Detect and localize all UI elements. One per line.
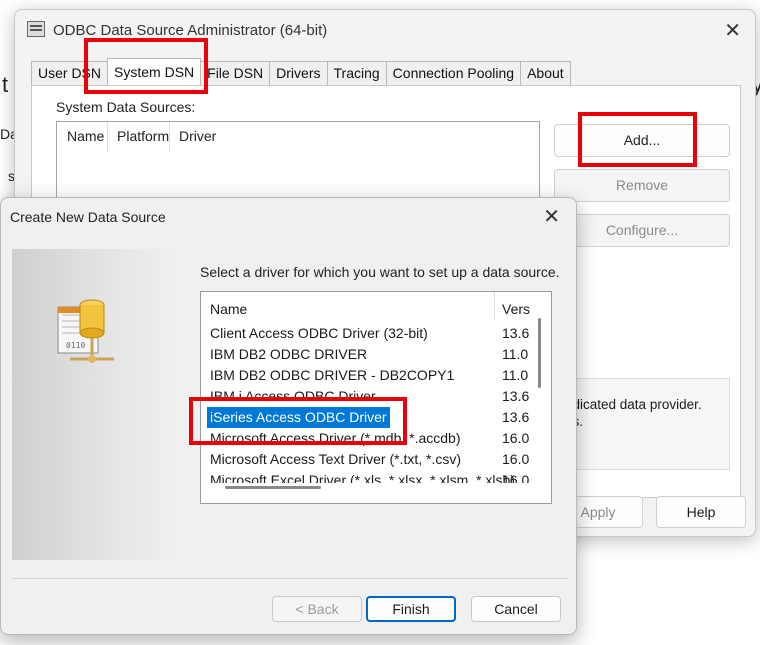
cancel-button[interactable]: Cancel — [471, 596, 561, 622]
window-title: ODBC Data Source Administrator (64-bit) — [53, 22, 328, 39]
tab-user-dsn[interactable]: User DSN — [31, 61, 109, 85]
configure-button[interactable]: Configure... — [554, 214, 730, 247]
wizard-side-panel: 0110 — [12, 249, 178, 560]
driver-name: Client Access ODBC Driver (32-bit) — [210, 325, 428, 341]
column-header-version[interactable]: Vers — [502, 301, 530, 317]
column-header-platform[interactable]: Platform — [107, 128, 169, 144]
driver-name: Microsoft Access Text Driver (*.txt, *.c… — [210, 451, 462, 467]
close-icon[interactable]: ✕ — [724, 18, 741, 43]
data-source-icon: 0110 — [57, 299, 114, 363]
background-text-fragment: t — [2, 72, 9, 97]
driver-row[interactable]: IBM i Access ODBC Driver 13.6 — [201, 386, 536, 407]
horizontal-scrollbar[interactable] — [225, 486, 321, 489]
driver-version: 16.0 — [502, 451, 530, 467]
tab-tracing[interactable]: Tracing — [326, 61, 387, 85]
driver-name: IBM DB2 ODBC DRIVER - DB2COPY1 — [210, 367, 455, 383]
finish-button[interactable]: Finish — [366, 596, 456, 622]
driver-version: 16.0 — [502, 430, 530, 446]
vertical-scrollbar[interactable] — [538, 318, 541, 388]
driver-name: IBM DB2 ODBC DRIVER — [210, 346, 368, 362]
tab-about[interactable]: About — [520, 61, 571, 85]
close-icon[interactable]: ✕ — [543, 204, 560, 229]
tab-connection-pooling[interactable]: Connection Pooling — [385, 61, 522, 85]
remove-button[interactable]: Remove — [554, 169, 730, 202]
driver-version: 13.6 — [502, 388, 530, 404]
svg-text:0110: 0110 — [66, 341, 85, 350]
driver-row[interactable]: Microsoft Access Text Driver (*.txt, *.c… — [201, 449, 536, 470]
driver-name: iSeries Access ODBC Driver — [207, 407, 390, 428]
column-header-name[interactable]: Name — [57, 128, 104, 144]
tab-bar: User DSN System DSN File DSN Drivers Tra… — [31, 58, 571, 85]
driver-row[interactable]: Client Access ODBC Driver (32-bit) 13.6 — [201, 323, 536, 344]
driver-row[interactable]: Microsoft Access Driver (*.mdb, *.accdb)… — [201, 428, 536, 449]
column-header-name[interactable]: Name — [210, 301, 247, 317]
driver-row[interactable]: IBM DB2 ODBC DRIVER 11.0 — [201, 344, 536, 365]
add-button[interactable]: Add... — [554, 124, 730, 157]
driver-list-header: Name Vers — [201, 292, 551, 320]
driver-version: 11.0 — [502, 367, 529, 383]
column-header-driver[interactable]: Driver — [169, 128, 216, 144]
driver-prompt: Select a driver for which you want to se… — [200, 264, 560, 280]
tab-file-dsn[interactable]: File DSN — [200, 61, 271, 85]
description-text-2: es. — [565, 413, 729, 430]
driver-row-selected[interactable]: iSeries Access ODBC Driver 13.6 — [201, 407, 536, 428]
tab-drivers[interactable]: Drivers — [269, 61, 328, 85]
driver-row[interactable]: IBM DB2 ODBC DRIVER - DB2COPY1 11.0 — [201, 365, 536, 386]
help-button[interactable]: Help — [656, 496, 746, 528]
system-data-sources-label: System Data Sources: — [56, 99, 196, 115]
driver-name: Microsoft Access Driver (*.mdb, *.accdb) — [210, 430, 461, 446]
tab-system-dsn[interactable]: System DSN — [107, 58, 202, 85]
dialog-title: Create New Data Source — [10, 209, 166, 225]
odbc-app-icon — [27, 21, 45, 37]
create-new-data-source-dialog: Create New Data Source ✕ 0110 Select a d… — [0, 197, 577, 635]
back-button[interactable]: < Back — [272, 596, 362, 622]
driver-version: 13.6 — [502, 325, 530, 341]
driver-list[interactable]: Name Vers Client Access ODBC Driver (32-… — [200, 291, 552, 504]
dialog-divider — [12, 578, 568, 579]
description-text: ndicated data provider. — [565, 397, 702, 412]
driver-name: IBM i Access ODBC Driver — [210, 388, 376, 404]
driver-version: 11.0 — [502, 346, 529, 362]
description-box: ndicated data provider. es. — [554, 378, 730, 470]
driver-version: 13.6 — [502, 409, 530, 425]
